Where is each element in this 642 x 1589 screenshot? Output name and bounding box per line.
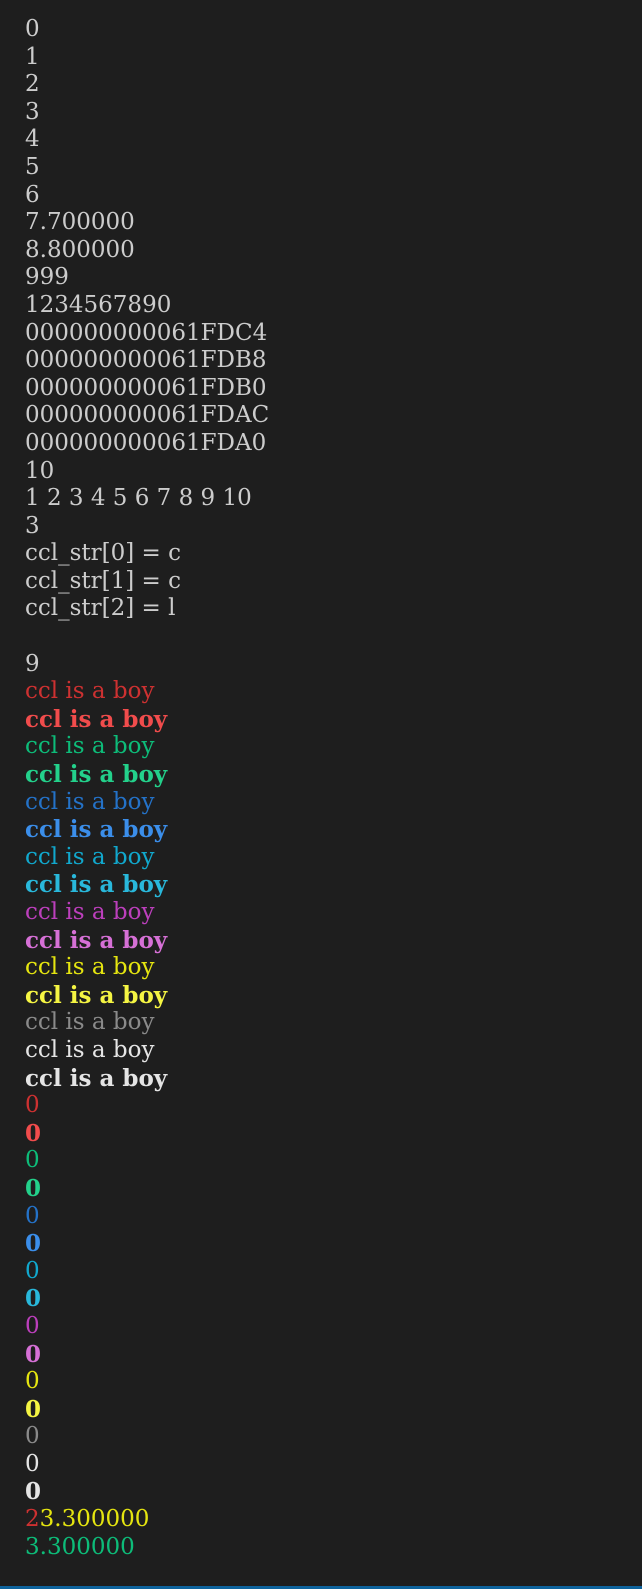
colored-zero-line: 0 xyxy=(25,1478,42,1506)
colored-text-line: ccl is a boy xyxy=(25,981,168,1009)
output-line: 10 xyxy=(25,457,55,484)
output-line: 000000000061FDA0 xyxy=(25,429,267,456)
output-line: 3 xyxy=(25,512,40,539)
colored-text-line: ccl is a boy xyxy=(25,1064,168,1092)
colored-text-line: ccl is a boy xyxy=(25,733,155,760)
colored-text-line: ccl is a boy xyxy=(25,788,155,815)
colored-zero-line: 0 xyxy=(25,1368,40,1395)
output-line: 9 xyxy=(25,650,40,677)
output-line: 5 xyxy=(25,153,40,180)
output-line: 2 xyxy=(25,71,40,98)
colored-zero-line: 0 xyxy=(25,1147,40,1174)
colored-zero-line: 0 xyxy=(25,1092,40,1119)
colored-zero-line: 0 xyxy=(25,1230,42,1258)
output-line: ccl_str[1] = c xyxy=(25,567,182,594)
colored-zero-line: 0 xyxy=(25,1423,40,1450)
colored-text-line: ccl is a boy xyxy=(25,678,155,705)
output-line: 4 xyxy=(25,126,40,153)
output-line: 8.800000 xyxy=(25,236,135,263)
colored-text-line: ccl is a boy xyxy=(25,816,168,844)
output-line: ccl_str[2] = l xyxy=(25,595,176,622)
colored-text-line: ccl is a boy xyxy=(25,761,168,789)
colored-zero-line: 0 xyxy=(25,1202,40,1229)
colored-zero-line: 0 xyxy=(25,1257,40,1284)
colored-text-line: ccl is a boy xyxy=(25,705,168,733)
output-line: 1 2 3 4 5 6 7 8 9 10 xyxy=(25,485,252,512)
colored-text-block: ccl is a boy ccl is a boy ccl is a boy c… xyxy=(25,678,642,1092)
colored-text-line: ccl is a boy xyxy=(25,899,155,925)
output-line: 3 xyxy=(25,98,40,125)
output-line: 0 xyxy=(25,16,40,42)
colored-zero-line: 0 xyxy=(25,1340,42,1368)
colored-zero-line: 0 xyxy=(25,1395,42,1423)
colored-zero-line: 0 xyxy=(25,1312,40,1339)
colored-zero-line: 0 xyxy=(25,1174,42,1202)
colored-text-line: ccl is a boy xyxy=(25,954,155,981)
colored-text-line: ccl is a boy xyxy=(25,843,155,870)
output-line: 1 xyxy=(25,43,40,70)
output-line: ccl_str[0] = c xyxy=(25,540,182,567)
output-line: 000000000061FDB0 xyxy=(25,374,267,401)
output-line: 000000000061FDB8 xyxy=(25,347,267,374)
colored-zero-line: 0 xyxy=(25,1285,42,1313)
final-output-part: 2 xyxy=(25,1506,40,1533)
plain-output-block: 0 1 2 3 4 5 6 7.700000 8.800000 999 1234… xyxy=(25,16,642,678)
final-output-line: 23.300000 xyxy=(25,1506,642,1534)
colored-text-line: ccl is a boy xyxy=(25,926,168,954)
output-line: 6 xyxy=(25,181,40,208)
colored-zero-line: 0 xyxy=(25,1450,40,1477)
final-output-line: 3.300000 xyxy=(25,1533,135,1560)
terminal-output: 0 1 2 3 4 5 6 7.700000 8.800000 999 1234… xyxy=(0,0,642,1589)
output-line: 999 xyxy=(25,264,69,291)
colored-text-line: ccl is a boy xyxy=(25,1036,155,1063)
output-line: 000000000061FDAC xyxy=(25,402,270,429)
colored-zeros-block: 0 0 0 0 0 0 0 0 0 0 0 0 0 0 0 xyxy=(25,1092,642,1506)
colored-text-line: ccl is a boy xyxy=(25,871,168,899)
final-output-block: 23.300000 3.300000 xyxy=(25,1506,642,1561)
output-line: 000000000061FDC4 xyxy=(25,319,268,346)
final-output-part: 3.300000 xyxy=(39,1506,150,1533)
output-line: 7.700000 xyxy=(25,209,135,236)
colored-zero-line: 0 xyxy=(25,1119,42,1147)
output-line: 1234567890 xyxy=(25,291,172,318)
colored-text-line: ccl is a boy xyxy=(25,1009,155,1036)
